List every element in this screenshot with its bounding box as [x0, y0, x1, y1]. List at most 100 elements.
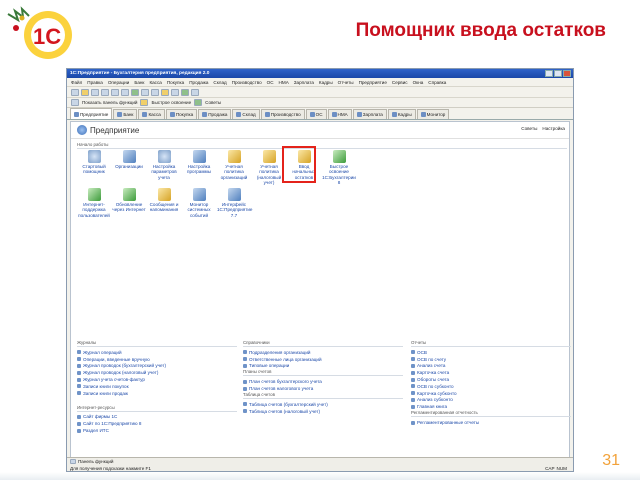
menu-item[interactable]: ОС: [267, 80, 274, 85]
list-item[interactable]: Регламентированные отчеты: [411, 419, 571, 426]
list-item[interactable]: Главная книга: [411, 403, 571, 410]
menu-item[interactable]: НМА: [279, 80, 289, 85]
list-item[interactable]: ОСВ по субконто: [411, 383, 571, 390]
help-icon[interactable]: [161, 88, 169, 96]
list-item[interactable]: Обороты счета: [411, 376, 571, 383]
list-item[interactable]: Типовые операции: [243, 363, 403, 370]
tax-policy-item[interactable]: Учетная политика (налоговый учет): [252, 150, 286, 185]
list-item[interactable]: Подразделения организаций: [243, 349, 403, 356]
accounting-policy-item[interactable]: Учетная политика организаций: [217, 150, 251, 180]
calendar-icon[interactable]: [151, 88, 159, 96]
menu-item[interactable]: Производство: [232, 80, 262, 85]
globe-icon: [87, 188, 101, 201]
tips-button[interactable]: Советы: [205, 100, 221, 105]
list-item[interactable]: Анализ субконто: [411, 397, 571, 404]
menu-item[interactable]: Склад: [213, 80, 226, 85]
internet-support-item[interactable]: Интернет-поддержка пользователей: [77, 188, 111, 218]
list-item[interactable]: Сайт фирмы 1С: [77, 414, 237, 421]
list-item[interactable]: Ответственные лица организаций: [243, 356, 403, 363]
copy-icon[interactable]: [111, 88, 119, 96]
list-item[interactable]: Журнал проводок (бухгалтерский учет): [77, 363, 237, 370]
menu-item[interactable]: Правка: [87, 80, 103, 85]
paste-icon[interactable]: [121, 88, 129, 96]
highlight-frame: [282, 146, 316, 183]
list-item[interactable]: ОСВ: [411, 349, 571, 356]
start-assistant-item[interactable]: Стартовый помощник: [77, 150, 111, 175]
monitor-icon: [192, 188, 206, 201]
list-item[interactable]: Записи книги покупок: [77, 383, 237, 390]
tips-link[interactable]: Советы: [521, 126, 537, 131]
list-item[interactable]: Раздел ИТС: [77, 427, 237, 434]
list-item[interactable]: Таблица счетов (налоговый учет): [243, 408, 403, 415]
menu-item[interactable]: Отчеты: [338, 80, 354, 85]
menu-item[interactable]: Продажа: [189, 80, 208, 85]
menu-item[interactable]: Касса: [149, 80, 161, 85]
quick-learning-item[interactable]: Быстрое освоение 1С:Бухгалтерии 8: [322, 150, 356, 185]
print-icon[interactable]: [171, 88, 179, 96]
menu-item[interactable]: Файл: [71, 80, 82, 85]
tab-bank[interactable]: Банк: [113, 109, 138, 119]
tab-fixed-assets[interactable]: ОС: [305, 109, 327, 119]
accounting-params-item[interactable]: Настройка параметров учета: [147, 150, 181, 180]
cut-icon[interactable]: [101, 88, 109, 96]
list-item[interactable]: Журнал операций: [77, 349, 237, 356]
maximize-button[interactable]: [554, 70, 562, 77]
menu-item[interactable]: Окна: [413, 80, 424, 85]
list-item[interactable]: Анализ счета: [411, 363, 571, 370]
list-item[interactable]: Записи книги продаж: [77, 390, 237, 397]
tab-warehouse[interactable]: Склад: [232, 109, 260, 119]
list-item[interactable]: Сайт по 1С:Предприятию 8: [77, 420, 237, 427]
bank-icon: [117, 112, 123, 117]
internet-update-item[interactable]: Обновление через Интернет: [112, 188, 146, 213]
show-panel-button[interactable]: Показать панель функций: [82, 100, 137, 105]
svg-text:1С: 1С: [33, 24, 61, 49]
report-icon: [411, 350, 415, 355]
tab-cash[interactable]: Касса: [138, 109, 165, 119]
tab-purchase[interactable]: Покупка: [165, 109, 198, 119]
list-item[interactable]: Таблица счетов (бухгалтерский учет): [243, 401, 403, 408]
save-icon[interactable]: [91, 88, 99, 96]
list-item[interactable]: Операции, введенные вручную: [77, 356, 237, 363]
minimize-button[interactable]: [545, 70, 553, 77]
menu-item[interactable]: Кадры: [319, 80, 333, 85]
list-item[interactable]: Карточка субконто: [411, 390, 571, 397]
tab-intangibles[interactable]: НМА: [327, 109, 352, 119]
tab-monitor[interactable]: Монитор: [416, 109, 450, 119]
program-settings-item[interactable]: Настройка программы: [182, 150, 216, 175]
menu-item[interactable]: Предприятие: [359, 80, 387, 85]
menu-item[interactable]: Справка: [428, 80, 446, 85]
sales-icon: [202, 112, 208, 117]
interface-77-item[interactable]: Интерфейс 1С:Предприятие 7.7: [217, 188, 252, 218]
settings-link[interactable]: Настройка: [542, 126, 565, 131]
list-item[interactable]: Карточка счета: [411, 369, 571, 376]
list-item[interactable]: ОСВ по счету: [411, 356, 571, 363]
quick-start-button[interactable]: Быстрое освоение: [151, 100, 191, 105]
list-item[interactable]: План счетов налогового учета: [243, 385, 403, 392]
list-item[interactable]: Журнал учета счетов-фактур: [77, 376, 237, 383]
new-icon[interactable]: [71, 88, 79, 96]
menu-item[interactable]: Зарплата: [294, 80, 314, 85]
settings-icon[interactable]: [191, 88, 199, 96]
menu-item[interactable]: Банк: [134, 80, 144, 85]
list-item[interactable]: Журнал проводок (налоговый учет): [77, 369, 237, 376]
menu-item[interactable]: Покупка: [167, 80, 184, 85]
tab-personnel[interactable]: Кадры: [387, 109, 416, 119]
window-title-bar: 1С:Предприятие - Бухгалтерия предприятия…: [67, 69, 573, 78]
refresh-icon[interactable]: [181, 88, 189, 96]
menu-item[interactable]: Операции: [108, 80, 130, 85]
menu-item[interactable]: Сервис: [392, 80, 408, 85]
find-icon[interactable]: [131, 88, 139, 96]
open-icon[interactable]: [81, 88, 89, 96]
interface-icon: [227, 188, 241, 201]
list-item[interactable]: План счетов бухгалтерского учета: [243, 378, 403, 385]
system-monitor-item[interactable]: Монитор системных событий: [182, 188, 216, 218]
tab-salary[interactable]: Зарплата: [352, 109, 387, 119]
calculator-icon[interactable]: [141, 88, 149, 96]
tab-sales[interactable]: Продажа: [198, 109, 232, 119]
close-button[interactable]: [563, 70, 571, 77]
organizations-item[interactable]: Организации: [112, 150, 146, 169]
messages-item[interactable]: Сообщения и напоминания: [147, 188, 181, 213]
tab-enterprise[interactable]: Предприятие: [70, 108, 113, 119]
tab-production[interactable]: Производство: [260, 109, 305, 119]
functions-panel-button[interactable]: Панель функций: [78, 459, 113, 464]
